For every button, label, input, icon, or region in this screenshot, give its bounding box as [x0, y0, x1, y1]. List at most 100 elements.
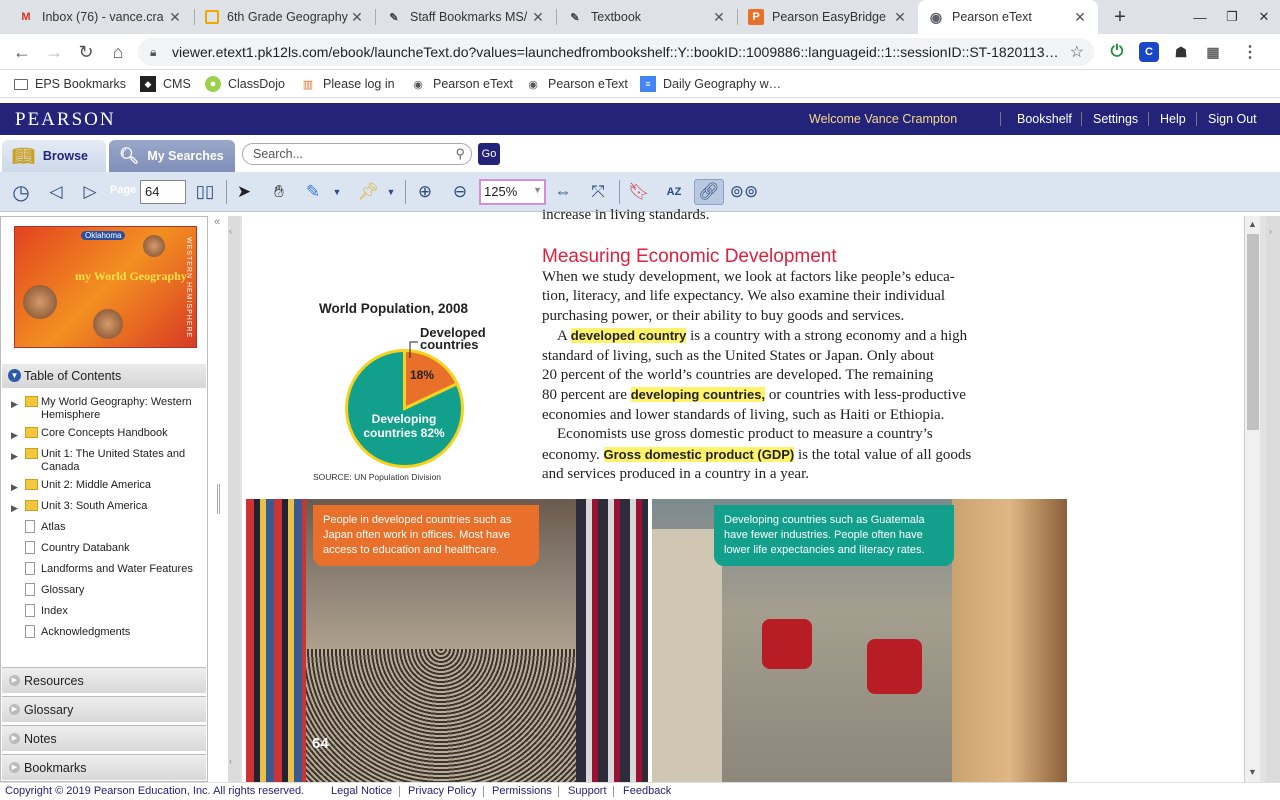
toc-item[interactable]: ▶ My World Geography: Western Hemisphere: [11, 396, 201, 422]
toc-item[interactable]: Atlas: [11, 520, 201, 534]
splitter-grip[interactable]: [217, 484, 220, 514]
key-term-highlight[interactable]: Gross domestic product (GDP): [603, 446, 795, 462]
restore-icon[interactable]: ❐: [1216, 0, 1248, 34]
sidebar-splitter[interactable]: «: [208, 216, 228, 782]
browser-tab-staff-bookmarks[interactable]: ✎ Staff Bookmarks MS/ ✕: [376, 0, 556, 34]
text-line: economies and lower standards of living,…: [542, 406, 945, 423]
zoom-select[interactable]: 125% ▼: [479, 179, 546, 205]
bookmark-icon[interactable]: 🔖︎: [626, 179, 652, 205]
ninja-extension-icon[interactable]: ☗: [1171, 42, 1191, 62]
collapse-sidebar-icon[interactable]: «: [214, 216, 220, 228]
power-extension-icon[interactable]: ⏻: [1107, 42, 1127, 62]
toc-item[interactable]: Glossary: [11, 583, 201, 597]
chevron-down-icon[interactable]: ▼: [330, 179, 344, 205]
scroll-up-icon[interactable]: ▲: [1248, 219, 1257, 229]
browser-tab-etext[interactable]: ◉ Pearson eText ✕: [918, 0, 1098, 34]
go-button[interactable]: Go: [478, 143, 500, 165]
tab-title: Inbox (76) - vance.cra: [42, 10, 164, 24]
bookmark-etext-2[interactable]: ◉ Pearson eText: [525, 75, 628, 93]
bookmark-daily-geo[interactable]: ≡ Daily Geography w…: [640, 75, 781, 93]
close-window-icon[interactable]: ✕: [1248, 0, 1280, 34]
glossary-az-icon[interactable]: AZ: [660, 179, 688, 205]
close-icon[interactable]: ✕: [530, 9, 546, 26]
pushpin-icon[interactable]: 📌︎: [355, 179, 381, 205]
key-term-highlight[interactable]: developing countries,: [630, 387, 766, 403]
bookmark-cms[interactable]: ◆ CMS: [140, 75, 191, 93]
highlighter-icon[interactable]: ✎: [300, 179, 326, 205]
back-icon[interactable]: ←: [10, 40, 34, 64]
search-input[interactable]: Search... ⚲: [242, 143, 472, 165]
address-bar[interactable]: 🔒︎ viewer.etext1.pk12ls.com/ebook/launch…: [138, 38, 1094, 66]
close-icon[interactable]: ✕: [892, 9, 908, 26]
privacy-policy-link[interactable]: Privacy Policy: [408, 785, 476, 797]
minimize-icon[interactable]: —: [1184, 0, 1216, 34]
help-link[interactable]: Help: [1160, 112, 1186, 126]
c-extension-icon[interactable]: C: [1139, 42, 1159, 62]
settings-link[interactable]: Settings: [1093, 112, 1138, 126]
new-tab-button[interactable]: +: [1104, 0, 1136, 34]
feedback-link[interactable]: Feedback: [623, 785, 671, 797]
browser-tab-geography[interactable]: 6th Grade Geography ✕: [195, 0, 375, 34]
sign-out-link[interactable]: Sign Out: [1208, 112, 1257, 126]
bookmark-etext-1[interactable]: ◉ Pearson eText: [410, 75, 513, 93]
grid-extension-icon[interactable]: ▦: [1203, 42, 1223, 62]
zoom-in-icon[interactable]: ⊕: [412, 179, 438, 205]
toc-item[interactable]: Landforms and Water Features: [11, 562, 201, 576]
book-cover[interactable]: Oklahoma my World Geography WESTERN HEMI…: [14, 226, 197, 348]
fit-page-icon[interactable]: ⤧: [585, 179, 611, 205]
support-link[interactable]: Support: [568, 785, 607, 797]
zoom-out-icon[interactable]: ⊖: [447, 179, 473, 205]
page-scrollbar[interactable]: ▲ ▼: [1244, 216, 1260, 782]
toc-item[interactable]: ▶ Core Concepts Handbook: [11, 427, 201, 440]
toc-item[interactable]: Acknowledgments: [11, 625, 201, 639]
bookmark-eps[interactable]: EPS Bookmarks: [14, 75, 126, 93]
next-page-strip[interactable]: ›: [1266, 216, 1280, 782]
browser-tab-textbook[interactable]: ✎ Textbook ✕: [557, 0, 737, 34]
toc-label: Index: [41, 605, 68, 617]
panel-resources[interactable]: ▶ Resources: [2, 667, 206, 693]
tape-icon[interactable]: ⊚⊚: [729, 179, 759, 205]
close-icon[interactable]: ✕: [349, 9, 365, 26]
toc-item[interactable]: Index: [11, 604, 201, 618]
home-icon[interactable]: ⌂: [106, 40, 130, 64]
previous-page-strip[interactable]: ‹ ‹: [228, 216, 240, 782]
previous-page-icon[interactable]: ◁: [43, 179, 69, 205]
legal-notice-link[interactable]: Legal Notice: [331, 785, 392, 797]
history-icon[interactable]: ◷: [8, 179, 34, 205]
star-icon[interactable]: ☆: [1070, 42, 1084, 62]
chevron-down-icon[interactable]: ▼: [384, 179, 398, 205]
toc-header[interactable]: ▼ Table of Contents: [2, 364, 206, 388]
close-icon[interactable]: ✕: [711, 9, 727, 26]
reload-icon[interactable]: ↻: [74, 40, 98, 64]
panel-bookmarks[interactable]: ▶ Bookmarks: [2, 754, 206, 780]
menu-icon[interactable]: ⋮: [1240, 42, 1260, 62]
close-icon[interactable]: ✕: [167, 9, 183, 26]
panel-glossary[interactable]: ▶ Glossary: [2, 696, 206, 722]
fit-width-icon[interactable]: ⇔: [550, 179, 576, 205]
link-icon[interactable]: 🔗︎: [694, 179, 724, 205]
browser-tab-easybridge[interactable]: P Pearson EasyBridge ✕: [738, 0, 918, 34]
bookmark-classdojo[interactable]: ● ClassDojo: [205, 75, 285, 93]
key-term-highlight[interactable]: developed country: [570, 328, 687, 344]
scroll-down-icon[interactable]: ▼: [1248, 767, 1257, 777]
panel-notes[interactable]: ▶ Notes: [2, 725, 206, 751]
forward-icon[interactable]: →: [42, 40, 66, 64]
bookmark-login[interactable]: ▥ Please log in: [300, 75, 395, 93]
close-icon[interactable]: ✕: [1072, 9, 1088, 26]
toc-item[interactable]: ▶ Unit 2: Middle America: [11, 479, 201, 492]
permissions-link[interactable]: Permissions: [492, 785, 552, 797]
tab-browse[interactable]: 📖︎ Browse: [2, 140, 106, 172]
page-number-input[interactable]: 64: [140, 180, 186, 204]
two-page-icon[interactable]: ▯▯: [192, 179, 218, 205]
browser-tab-gmail[interactable]: M Inbox (76) - vance.cra ✕: [8, 0, 193, 34]
next-page-icon[interactable]: ▷: [77, 179, 103, 205]
tab-my-searches[interactable]: 🔍︎ My Searches: [109, 140, 235, 172]
toc-item[interactable]: ▶ Unit 3: South America: [11, 500, 201, 513]
pearson-header: PEARSON Welcome Vance Crampton Bookshelf…: [0, 103, 1280, 135]
toc-item[interactable]: ▶ Unit 1: The United States and Canada: [11, 448, 201, 474]
scroll-thumb[interactable]: [1247, 234, 1259, 430]
toc-item[interactable]: Country Databank: [11, 541, 201, 555]
bookshelf-link[interactable]: Bookshelf: [1017, 112, 1072, 126]
pan-hand-icon[interactable]: ✋︎: [266, 179, 292, 205]
select-arrow-icon[interactable]: ➤: [231, 179, 257, 205]
